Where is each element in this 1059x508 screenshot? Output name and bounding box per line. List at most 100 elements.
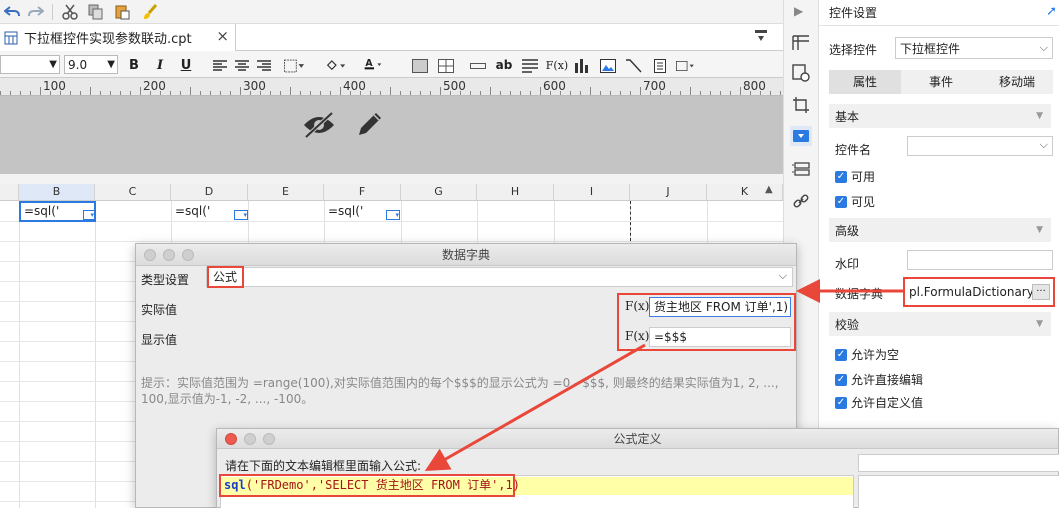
font-size-select[interactable]: 9.0 ▼	[64, 55, 118, 74]
fx-icon[interactable]: F(x)	[625, 329, 649, 343]
visible-checkbox[interactable]: ✓ 可见	[835, 193, 875, 210]
font-family-select[interactable]: ▼	[0, 55, 60, 74]
data-dictionary-field[interactable]: pl.FormulaDictionary ···	[903, 277, 1055, 307]
ruler-tick	[520, 91, 521, 95]
actual-value-input[interactable]: 货主地区 FROM 订单',1)	[649, 297, 791, 317]
ruler-tick	[420, 91, 421, 95]
close-dot[interactable]	[144, 249, 156, 261]
bar-chart-icon[interactable]	[572, 57, 592, 75]
function-search-input[interactable]	[858, 454, 1059, 472]
widget-name-input[interactable]: ⌵	[907, 136, 1053, 156]
widget-type-value: 下拉框控件	[900, 41, 961, 56]
combobox-widget-icon[interactable]: ▾	[386, 210, 400, 220]
align-right-icon[interactable]	[254, 57, 274, 75]
column-header[interactable]: G	[401, 184, 477, 200]
column-header[interactable]: J	[630, 184, 707, 200]
grid-row-line	[0, 221, 783, 222]
ruler-tick	[340, 87, 341, 95]
link-icon[interactable]	[791, 192, 811, 210]
column-header[interactable]: I	[554, 184, 630, 200]
allow-edit-checkbox[interactable]: ✓ 允许直接编辑	[835, 371, 923, 388]
function-list[interactable]	[858, 475, 1059, 508]
widget-frame-icon[interactable]	[676, 57, 696, 75]
cell-attribute-icon[interactable]	[791, 34, 811, 52]
combobox-widget-icon[interactable]: ▾	[83, 210, 95, 220]
subreport-icon[interactable]	[650, 57, 670, 75]
italic-button[interactable]: I	[153, 56, 167, 74]
border-icon[interactable]	[284, 57, 304, 75]
tab-menu-icon[interactable]	[754, 29, 768, 43]
column-header[interactable]: D	[171, 184, 248, 200]
slash-line-icon[interactable]	[624, 57, 644, 75]
column-header[interactable]: C	[95, 184, 171, 200]
enabled-checkbox[interactable]: ✓ 可用	[835, 168, 875, 185]
cell-f-text[interactable]: =sql('	[328, 204, 363, 218]
section-validate[interactable]: 校验 ▼	[829, 312, 1051, 336]
scroll-up-icon[interactable]: ▲	[765, 184, 773, 195]
column-header[interactable]: B	[19, 184, 95, 200]
image-icon[interactable]	[598, 57, 618, 75]
ruler-tick	[370, 91, 371, 95]
tab-close-button[interactable]: ×	[216, 27, 229, 45]
split-cells-icon[interactable]	[436, 57, 456, 75]
section-advanced[interactable]: 高级 ▼	[829, 218, 1051, 242]
fill-color-icon[interactable]	[326, 57, 346, 75]
more-button[interactable]: ···	[1032, 284, 1050, 300]
fx-icon[interactable]: F(x)	[625, 299, 649, 313]
tab-mobile[interactable]: 移动端	[981, 70, 1053, 94]
watermark-input[interactable]	[907, 250, 1053, 270]
formula-arguments: ('FRDemo','SELECT 货主地区 FROM 订单',1)	[245, 478, 520, 492]
hyperlink-list-icon[interactable]	[791, 160, 811, 178]
align-left-icon[interactable]	[210, 57, 230, 75]
chevron-right-icon[interactable]: ▶	[794, 4, 803, 18]
underline-button[interactable]: U	[179, 56, 193, 74]
ruler-tick	[720, 91, 721, 95]
combobox-widget-icon[interactable]: ▾	[234, 210, 248, 220]
formula-text[interactable]: sql('FRDemo','SELECT 货主地区 FROM 订单',1)	[219, 474, 520, 497]
allow-edit-label: 允许直接编辑	[851, 373, 924, 387]
paragraph-icon[interactable]	[520, 57, 540, 75]
minimize-dot[interactable]	[244, 433, 256, 445]
cut-icon[interactable]	[60, 3, 80, 21]
hide-eye-icon[interactable]	[302, 110, 336, 140]
display-value-input[interactable]: =$$$	[649, 327, 791, 347]
allow-custom-checkbox[interactable]: ✓ 允许自定义值	[835, 394, 923, 411]
column-header[interactable]: H	[477, 184, 554, 200]
redo-icon[interactable]	[26, 3, 46, 21]
insert-row-icon[interactable]	[468, 57, 488, 75]
text-widget-button[interactable]: ab	[494, 56, 514, 74]
type-select[interactable]: ⌵	[206, 267, 793, 287]
brush-icon[interactable]	[140, 3, 160, 21]
formula-button[interactable]: F(x)	[546, 56, 568, 74]
widget-type-select[interactable]: 下拉框控件 ⌵	[895, 37, 1053, 59]
column-header[interactable]: E	[248, 184, 324, 200]
bold-button[interactable]: B	[127, 56, 141, 74]
tab-events[interactable]: 事件	[901, 70, 981, 94]
ruler-tick	[190, 87, 191, 95]
edit-pencil-icon[interactable]	[354, 108, 386, 140]
checkmark-icon: ✓	[835, 396, 847, 409]
font-color-icon[interactable]: A	[364, 55, 384, 73]
section-basic[interactable]: 基本 ▼	[829, 104, 1051, 128]
tab-properties[interactable]: 属性	[829, 70, 901, 94]
document-tab[interactable]: 下拉框控件实现参数联动.cpt ×	[0, 24, 236, 51]
align-center-icon[interactable]	[232, 57, 252, 75]
pin-icon[interactable]: ➚	[1046, 4, 1057, 19]
ruler-tick	[290, 87, 291, 95]
copy-icon[interactable]	[86, 3, 106, 21]
ruler-tick	[770, 91, 771, 95]
crop-frame-icon[interactable]	[791, 96, 811, 114]
close-dot[interactable]	[225, 433, 237, 445]
chevron-down-icon: ⌵	[778, 269, 787, 282]
widget-settings-icon[interactable]	[790, 126, 812, 146]
cell-d-text[interactable]: =sql('	[175, 204, 210, 218]
column-header[interactable]: F	[324, 184, 401, 200]
merge-cells-icon[interactable]	[410, 57, 430, 75]
allow-empty-checkbox[interactable]: ✓ 允许为空	[835, 346, 899, 363]
paste-icon[interactable]	[112, 3, 132, 21]
condition-attribute-icon[interactable]	[791, 64, 811, 82]
minimize-dot[interactable]	[163, 249, 175, 261]
undo-icon[interactable]	[2, 3, 22, 21]
zoom-dot[interactable]	[263, 433, 275, 445]
zoom-dot[interactable]	[182, 249, 194, 261]
